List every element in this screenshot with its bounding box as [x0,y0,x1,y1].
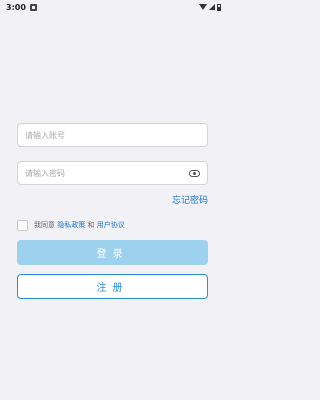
agreement-conjunction: 和 [87,221,95,229]
user-agreement-link[interactable]: 用户协议 [97,221,125,229]
password-input[interactable] [25,168,189,178]
agreement-text: 我同意 隐私政策 和 用户协议 [34,220,125,230]
wifi-icon [199,4,207,10]
agreement-prefix: 我同意 [34,221,55,229]
login-button[interactable]: 登录 [17,240,208,265]
agreement-checkbox[interactable] [17,219,28,231]
signal-icon [209,4,215,10]
notification-icon [29,3,37,11]
battery-icon [217,3,221,11]
status-bar: 3:00 [0,0,225,14]
account-field[interactable] [17,123,208,147]
eye-icon[interactable] [189,169,200,177]
register-button[interactable]: 注册 [17,274,208,299]
privacy-policy-link[interactable]: 隐私政策 [57,221,85,229]
status-left: 3:00 [6,3,37,12]
status-time: 3:00 [6,2,26,12]
forgot-password-link[interactable]: 忘记密码 [172,193,208,206]
agreement-row: 我同意 隐私政策 和 用户协议 [17,219,125,231]
account-input[interactable] [25,130,200,140]
status-right [199,3,221,11]
password-field[interactable] [17,161,208,185]
